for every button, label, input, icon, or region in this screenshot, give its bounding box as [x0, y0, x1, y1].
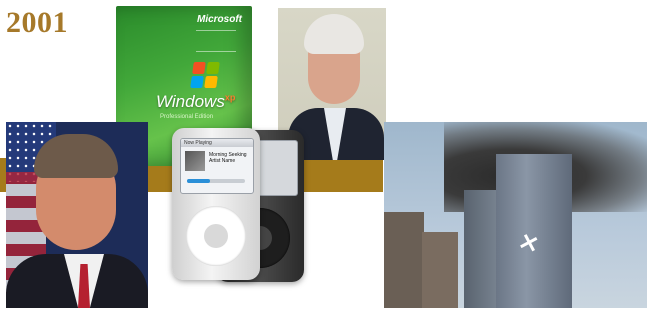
timeline-page: 2001 Microsoft Windowsxp Professional Ed… [0, 0, 647, 310]
flag-red-pane [192, 62, 206, 74]
foreground-building [422, 232, 458, 308]
ipod-silver-image: Now Playing Morning Seeking Artist Name [172, 128, 260, 280]
south-tower [496, 154, 572, 308]
windows-flag-icon [190, 62, 220, 88]
center-button [204, 224, 228, 248]
edition-text: Professional Edition [160, 114, 214, 120]
track-info: Morning Seeking Artist Name [209, 152, 247, 164]
north-tower [464, 190, 500, 308]
windows-xp-logo-text: Windowsxp [156, 92, 235, 112]
microsoft-label: Microsoft [197, 14, 242, 25]
flag-green-pane [206, 62, 220, 74]
xp-word: xp [224, 92, 236, 103]
flag-blue-pane [190, 76, 204, 88]
year-title: 2001 [6, 6, 68, 39]
world-trade-center-photo [384, 122, 647, 308]
screen-header: Now Playing [181, 139, 253, 147]
windows-word: Windows [156, 92, 225, 111]
track-artist: Artist Name [209, 158, 236, 164]
box-decoration [196, 30, 236, 52]
flag-yellow-pane [204, 76, 218, 88]
president-portrait-photo [6, 122, 148, 308]
track-progress-bar [187, 179, 245, 183]
hair [34, 134, 118, 178]
track-progress-fill [187, 179, 211, 183]
ipod-screen: Now Playing Morning Seeking Artist Name [180, 138, 254, 194]
hair [304, 14, 364, 54]
album-art [185, 151, 205, 171]
foreground-building [384, 212, 424, 308]
